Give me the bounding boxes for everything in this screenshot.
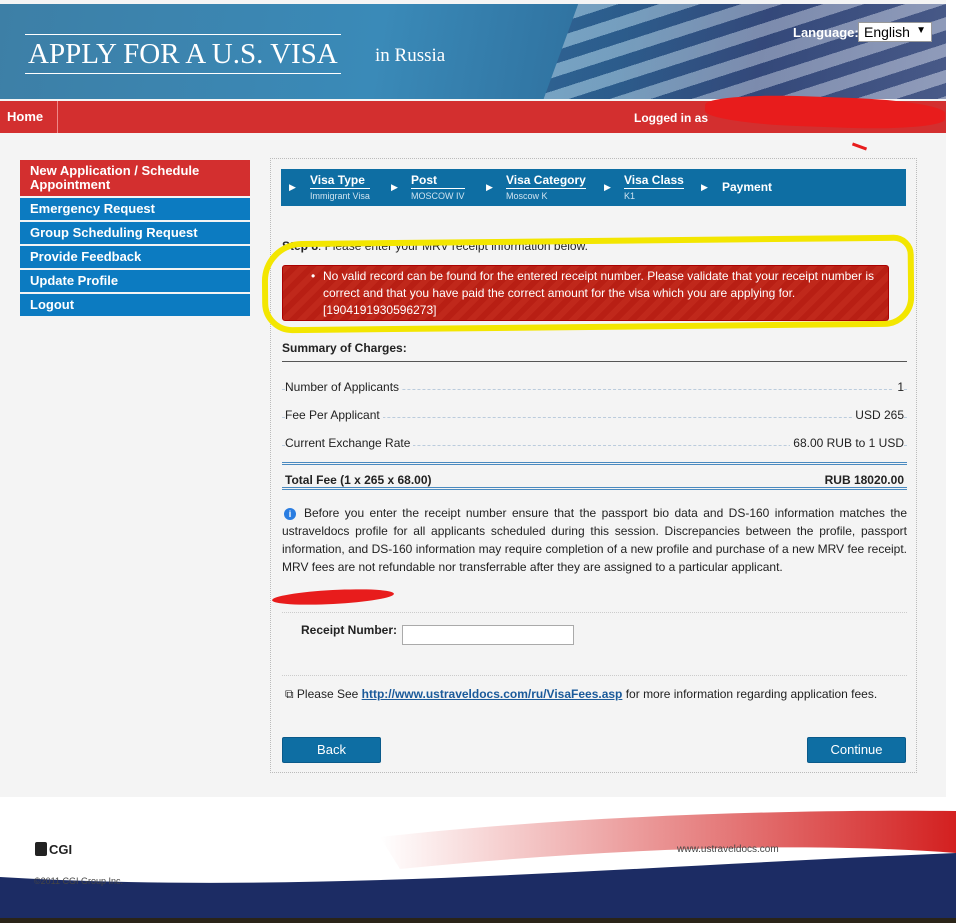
bottom-bar (0, 918, 956, 923)
step-title: Visa Category (506, 173, 586, 189)
step-title: Payment (722, 180, 773, 194)
progress-steps: ▶ Visa Type Immigrant Visa ▶ Post MOSCOW I… (281, 169, 906, 206)
arrow-right-icon: ▶ (289, 182, 296, 192)
cgi-logo-icon (35, 842, 47, 856)
footer-swoosh (0, 810, 956, 918)
divider (282, 612, 907, 613)
external-link-icon: ⧉ (285, 687, 294, 701)
step-value: Moscow K (506, 191, 548, 201)
sidebar: New Application / Schedule Appointment E… (20, 160, 250, 318)
summary-title: Summary of Charges: (282, 341, 407, 355)
info-icon: i (284, 508, 296, 520)
step-value: K1 (624, 191, 636, 201)
highlight-annotation (261, 234, 915, 334)
flag-image (530, 4, 946, 99)
sidebar-item-new-application[interactable]: New Application / Schedule Appointment (20, 160, 250, 196)
fees-suffix: for more information regarding applicati… (622, 687, 878, 701)
step-title: Post (411, 173, 465, 189)
footer-swoosh-blue (0, 853, 956, 918)
step-visa-category: Visa Category Moscow K (506, 173, 586, 201)
footer: CGI ©2011 CGI Group Inc. www.ustraveldoc… (0, 797, 956, 923)
fees-prefix: Please See (296, 687, 362, 701)
site-title: APPLY FOR A U.S. VISA (25, 34, 341, 74)
step-payment: Payment (722, 180, 772, 194)
visa-fees-link[interactable]: http://www.ustraveldocs.com/ru/VisaFees.… (362, 687, 623, 701)
step-title: Visa Type (310, 173, 370, 189)
arrow-right-icon: ▶ (701, 182, 708, 192)
site-url: www.ustraveldocs.com (677, 844, 779, 855)
step-value: MOSCOW IV (411, 191, 465, 201)
arrow-right-icon: ▶ (604, 182, 611, 192)
language-select[interactable]: English ▼ (858, 22, 932, 42)
arrow-right-icon: ▶ (391, 182, 398, 192)
country-label: in Russia (375, 45, 446, 66)
receipt-number-input[interactable] (402, 625, 574, 645)
cgi-logo: CGI (35, 842, 72, 857)
summary-row: Number of Applicants 1 (282, 362, 907, 394)
sidebar-item-provide-feedback[interactable]: Provide Feedback (20, 246, 250, 268)
back-button[interactable]: Back (282, 737, 381, 763)
fees-info: ⧉ Please See http://www.ustraveldocs.com… (285, 687, 877, 702)
info-text: Before you enter the receipt number ensu… (282, 506, 907, 574)
divider (282, 675, 907, 676)
chevron-down-icon: ▼ (916, 25, 926, 36)
arrow-right-icon: ▶ (486, 182, 493, 192)
step-value: Immigrant Visa (310, 191, 370, 201)
step-visa-class: Visa Class K1 (624, 173, 684, 201)
sidebar-item-update-profile[interactable]: Update Profile (20, 270, 250, 292)
summary-row: Fee Per Applicant USD 265 (282, 390, 907, 422)
row-label: Current Exchange Rate (285, 436, 414, 450)
total-value: RUB 18020.00 (824, 473, 904, 487)
language-label: Language: (793, 25, 859, 40)
language-value: English (864, 24, 910, 40)
sidebar-item-group-scheduling[interactable]: Group Scheduling Request (20, 222, 250, 244)
step-title: Visa Class (624, 173, 684, 189)
total-label: Total Fee (1 x 265 x 68.00) (285, 473, 432, 487)
continue-button[interactable]: Continue (807, 737, 906, 763)
step-post: Post MOSCOW IV (411, 173, 465, 201)
logged-in-label: Logged in as (634, 111, 709, 125)
page: APPLY FOR A U.S. VISA in Russia Language… (0, 0, 946, 797)
summary-table: Number of Applicants 1 Fee Per Applicant U… (282, 361, 907, 450)
home-link[interactable]: Home (0, 101, 58, 133)
cgi-logo-text: CGI (49, 842, 73, 857)
step-visa-type: Visa Type Immigrant Visa (310, 173, 370, 201)
redaction-mark (851, 142, 868, 151)
header-banner: APPLY FOR A U.S. VISA in Russia Language… (0, 4, 946, 99)
info-notice: i Before you enter the receipt number ens… (282, 504, 907, 576)
total-fee-row: Total Fee (1 x 265 x 68.00) RUB 18020.00 (282, 462, 907, 490)
sidebar-item-emergency-request[interactable]: Emergency Request (20, 198, 250, 220)
receipt-number-label: Receipt Number: (301, 623, 398, 637)
sidebar-item-logout[interactable]: Logout (20, 294, 250, 316)
row-value: 68.00 RUB to 1 USD (790, 436, 904, 450)
copyright: ©2011 CGI Group Inc. (34, 876, 124, 886)
summary-row: Current Exchange Rate 68.00 RUB to 1 USD (282, 418, 907, 450)
